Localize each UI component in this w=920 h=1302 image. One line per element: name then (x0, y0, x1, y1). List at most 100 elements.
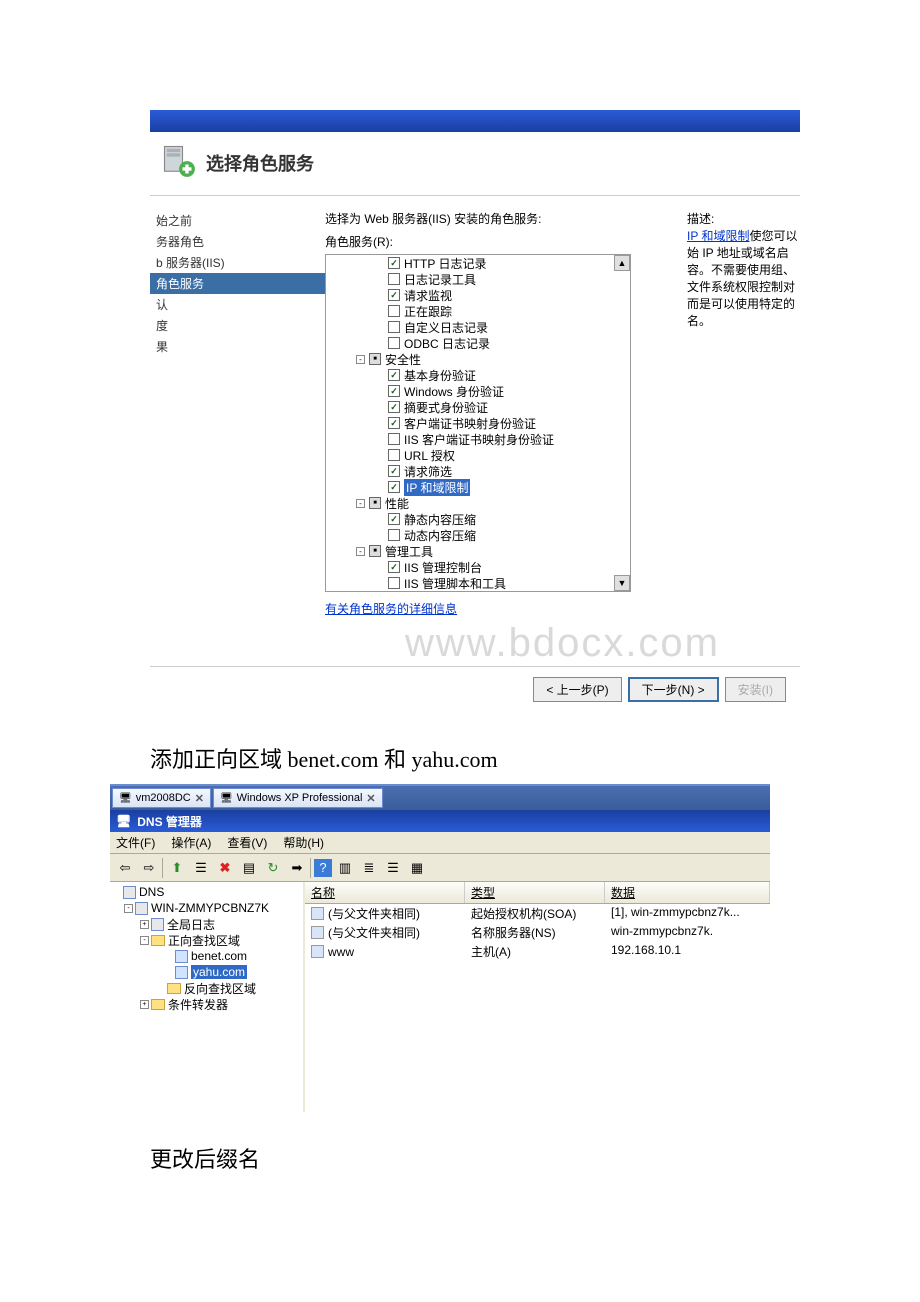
dns-column-headers[interactable]: 名称 类型 数据 (305, 882, 770, 904)
checkbox[interactable] (369, 353, 381, 365)
properties-icon[interactable]: ▤ (238, 857, 260, 879)
menu-item[interactable]: 操作(A) (171, 834, 211, 851)
dns-tree-item[interactable]: +全局日志 (112, 916, 301, 932)
checkbox[interactable] (388, 513, 400, 525)
wizard-sidebar-item[interactable]: b 服务器(IIS) (150, 252, 325, 273)
dns-menubar[interactable]: 文件(F)操作(A)查看(V)帮助(H) (110, 832, 770, 854)
checkbox[interactable] (388, 465, 400, 477)
dns-record-row[interactable]: (与父文件夹相同)名称服务器(NS)win-zmmypcbnz7k. (305, 923, 770, 942)
role-tree-item[interactable]: IIS 管理脚本和工具 (326, 575, 630, 591)
checkbox[interactable] (388, 305, 400, 317)
forward-icon[interactable]: ⇨ (138, 857, 160, 879)
dns-tree-item[interactable]: -WIN-ZMMYPCBNZ7K (112, 900, 301, 916)
toolbar-icon-1[interactable]: ▥ (334, 857, 356, 879)
scroll-up-button[interactable]: ▲ (614, 255, 630, 271)
role-tree-item[interactable]: -管理工具 (326, 543, 630, 559)
back-icon[interactable]: ⇦ (114, 857, 136, 879)
role-tree-item[interactable]: 摘要式身份验证 (326, 399, 630, 415)
toolbar-icon-2[interactable]: ≣ (358, 857, 380, 879)
role-tree-item[interactable]: IIS 管理控制台 (326, 559, 630, 575)
prev-button[interactable]: < 上一步(P) (533, 677, 621, 702)
next-button[interactable]: 下一步(N) > (628, 677, 719, 702)
dns-tree-item[interactable]: +条件转发器 (112, 996, 301, 1012)
role-tree-item[interactable]: -安全性 (326, 351, 630, 367)
checkbox[interactable] (388, 433, 400, 445)
show-hide-icon[interactable]: ☰ (190, 857, 212, 879)
vm-tab[interactable]: 🖥vm2008DC✕ (112, 788, 211, 808)
expand-toggle-icon[interactable]: - (356, 499, 365, 508)
role-tree-item[interactable]: 管理服务 (326, 591, 630, 592)
checkbox[interactable] (388, 417, 400, 429)
role-services-tree[interactable]: HTTP 日志记录日志记录工具请求监视正在跟踪自定义日志记录ODBC 日志记录-… (325, 254, 631, 592)
dns-tree-item[interactable]: yahu.com (112, 964, 301, 980)
role-tree-item[interactable]: IP 和域限制 (326, 479, 630, 495)
role-tree-item[interactable]: ODBC 日志记录 (326, 335, 630, 351)
checkbox[interactable] (388, 385, 400, 397)
role-tree-item[interactable]: 请求监视 (326, 287, 630, 303)
dns-tree[interactable]: DNS-WIN-ZMMYPCBNZ7K+全局日志-正向查找区域benet.com… (110, 882, 305, 1112)
checkbox[interactable] (388, 449, 400, 461)
wizard-sidebar-item[interactable]: 务器角色 (150, 231, 325, 252)
checkbox[interactable] (388, 273, 400, 285)
role-tree-item[interactable]: -性能 (326, 495, 630, 511)
description-link[interactable]: IP 和域限制 (687, 229, 749, 243)
role-tree-item[interactable]: 日志记录工具 (326, 271, 630, 287)
checkbox[interactable] (388, 337, 400, 349)
up-icon[interactable]: ⬆ (166, 857, 188, 879)
checkbox[interactable] (388, 321, 400, 333)
checkbox[interactable] (388, 577, 400, 589)
role-tree-item[interactable]: Windows 身份验证 (326, 383, 630, 399)
dns-tree-item[interactable]: DNS (112, 884, 301, 900)
more-info-link[interactable]: 有关角色服务的详细信息 (325, 600, 457, 617)
col-type[interactable]: 类型 (465, 882, 605, 903)
dns-tree-item[interactable]: benet.com (112, 948, 301, 964)
export-icon[interactable]: ➡ (286, 857, 308, 879)
refresh-icon[interactable]: ↻ (262, 857, 284, 879)
checkbox[interactable] (369, 497, 381, 509)
checkbox[interactable] (388, 401, 400, 413)
expand-toggle-icon[interactable]: - (140, 936, 149, 945)
role-tree-item[interactable]: IIS 客户端证书映射身份验证 (326, 431, 630, 447)
role-tree-item[interactable]: URL 授权 (326, 447, 630, 463)
close-icon[interactable]: ✕ (366, 792, 375, 805)
dns-tree-item[interactable]: 反向查找区域 (112, 980, 301, 996)
expand-toggle-icon[interactable]: - (356, 355, 365, 364)
close-icon[interactable]: ✕ (195, 792, 204, 805)
vm-tab[interactable]: 🖥Windows XP Professional✕ (213, 788, 383, 808)
checkbox[interactable] (388, 561, 400, 573)
checkbox[interactable] (388, 289, 400, 301)
wizard-sidebar-item[interactable]: 角色服务 (150, 273, 325, 294)
wizard-sidebar-item[interactable]: 度 (150, 315, 325, 336)
menu-item[interactable]: 查看(V) (227, 834, 267, 851)
dns-record-row[interactable]: (与父文件夹相同)起始授权机构(SOA)[1], win-zmmypcbnz7k… (305, 904, 770, 923)
role-tree-item[interactable]: 动态内容压缩 (326, 527, 630, 543)
wizard-sidebar-item[interactable]: 果 (150, 336, 325, 357)
toolbar-icon-3[interactable]: ☰ (382, 857, 404, 879)
expand-toggle-icon[interactable]: - (356, 547, 365, 556)
checkbox[interactable] (369, 545, 381, 557)
wizard-sidebar-item[interactable]: 始之前 (150, 210, 325, 231)
dns-record-row[interactable]: www主机(A)192.168.10.1 (305, 942, 770, 961)
scroll-down-button[interactable]: ▼ (614, 575, 630, 591)
dns-tree-item[interactable]: -正向查找区域 (112, 932, 301, 948)
expand-toggle-icon[interactable]: + (140, 1000, 149, 1009)
menu-item[interactable]: 帮助(H) (283, 834, 324, 851)
role-tree-item[interactable]: 自定义日志记录 (326, 319, 630, 335)
role-tree-item[interactable]: 正在跟踪 (326, 303, 630, 319)
role-tree-item[interactable]: 请求筛选 (326, 463, 630, 479)
toolbar-icon-4[interactable]: ▦ (406, 857, 428, 879)
expand-toggle-icon[interactable]: + (140, 920, 149, 929)
role-tree-item[interactable]: HTTP 日志记录 (326, 255, 630, 271)
help-icon[interactable]: ? (314, 859, 332, 877)
role-tree-item[interactable]: 客户端证书映射身份验证 (326, 415, 630, 431)
checkbox[interactable] (388, 369, 400, 381)
checkbox[interactable] (388, 481, 400, 493)
col-name[interactable]: 名称 (305, 882, 465, 903)
checkbox[interactable] (388, 529, 400, 541)
role-tree-item[interactable]: 基本身份验证 (326, 367, 630, 383)
dns-record-list[interactable]: 名称 类型 数据 (与父文件夹相同)起始授权机构(SOA)[1], win-zm… (305, 882, 770, 1112)
expand-toggle-icon[interactable]: - (124, 904, 133, 913)
delete-icon[interactable]: ✖ (214, 857, 236, 879)
wizard-sidebar-item[interactable]: 认 (150, 294, 325, 315)
col-data[interactable]: 数据 (605, 882, 770, 903)
